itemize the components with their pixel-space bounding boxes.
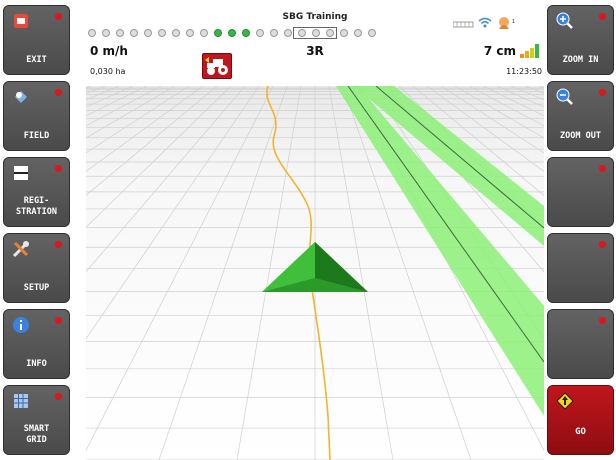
field-icon (15, 91, 27, 103)
grid-icon (14, 394, 28, 408)
section-dot (228, 29, 236, 37)
section-dot (88, 29, 96, 37)
status-indicator-dot (55, 241, 62, 248)
field-3d-view[interactable] (86, 86, 544, 460)
go-button[interactable]: GO (547, 385, 614, 455)
right-menu: ZOOM IN ZOOM OUT GO (544, 0, 616, 460)
status-indicator-dot (55, 165, 62, 172)
zoom-out-icon (556, 88, 573, 105)
section-dot (200, 29, 208, 37)
section-dot (284, 29, 292, 37)
status-bar: SBG Training 1 0 m/h 0,030 ha 3R 7 cm 11… (86, 0, 544, 86)
exit-label: EXIT (26, 55, 47, 65)
signal-strength-icon (520, 44, 539, 58)
status-indicator-dot (599, 317, 606, 324)
go-arrow-icon (556, 392, 574, 410)
section-indicator (86, 27, 544, 39)
area-readout: 0,030 ha (90, 67, 126, 76)
section-dot (242, 29, 250, 37)
section-dot (340, 29, 348, 37)
smart-grid-label: SMART GRID (23, 424, 50, 445)
status-indicator-dot (55, 317, 62, 324)
status-indicator-dot (55, 393, 62, 400)
smart-grid-button[interactable]: SMART GRID (3, 385, 70, 455)
section-dot (158, 29, 166, 37)
status-indicator-dot (599, 241, 606, 248)
precision-readout: 7 cm (483, 44, 516, 58)
section-dot (256, 29, 264, 37)
info-label: INFO (26, 359, 47, 369)
empty-button-2[interactable] (547, 233, 614, 303)
registration-label: REGI- STRATION (16, 196, 57, 217)
section-dot (102, 29, 110, 37)
zoom-in-label: ZOOM IN (562, 55, 599, 65)
registration-icon (14, 166, 28, 180)
row-readout: 3R (306, 44, 324, 58)
info-icon (13, 317, 29, 333)
registration-button[interactable]: REGI- STRATION (3, 157, 70, 227)
status-indicator-dot (599, 13, 606, 20)
section-dot (172, 29, 180, 37)
status-indicator-dot (599, 165, 606, 172)
field-label: FIELD (23, 131, 50, 141)
left-menu: EXIT FIELD REGI- STRATION SETUP INFO SMA… (0, 0, 72, 460)
section-dot (116, 29, 124, 37)
section-dot (354, 29, 362, 37)
empty-button-1[interactable] (547, 157, 614, 227)
section-dot (186, 29, 194, 37)
empty-button-3[interactable] (547, 309, 614, 379)
section-dot (326, 29, 334, 37)
setup-tools-icon (12, 241, 29, 258)
section-dot (144, 29, 152, 37)
field-button[interactable]: FIELD (3, 81, 70, 151)
zoom-out-label: ZOOM OUT (560, 131, 601, 141)
zoom-out-button[interactable]: ZOOM OUT (547, 81, 614, 151)
zoom-in-button[interactable]: ZOOM IN (547, 5, 614, 75)
clock: 11:23:50 (506, 67, 542, 76)
section-dot (214, 29, 222, 37)
section-dot (368, 29, 376, 37)
setup-button[interactable]: SETUP (3, 233, 70, 303)
status-indicator-dot (55, 89, 62, 96)
info-button[interactable]: INFO (3, 309, 70, 379)
exit-button[interactable]: EXIT (3, 5, 70, 75)
tractor-icon (205, 57, 228, 75)
section-dot (130, 29, 138, 37)
section-dot (298, 29, 306, 37)
exit-icon (14, 14, 28, 28)
section-dot (270, 29, 278, 37)
go-label: GO (575, 427, 586, 437)
status-indicator-dot (55, 13, 62, 20)
tractor-mode-button[interactable] (202, 53, 232, 79)
zoom-in-icon (556, 12, 573, 29)
guidance-view: SBG Training 1 0 m/h 0,030 ha 3R 7 cm 11… (86, 0, 544, 460)
section-dot (312, 29, 320, 37)
status-indicator-dot (599, 89, 606, 96)
user-count: 1 (512, 19, 515, 25)
setup-label: SETUP (23, 283, 50, 293)
